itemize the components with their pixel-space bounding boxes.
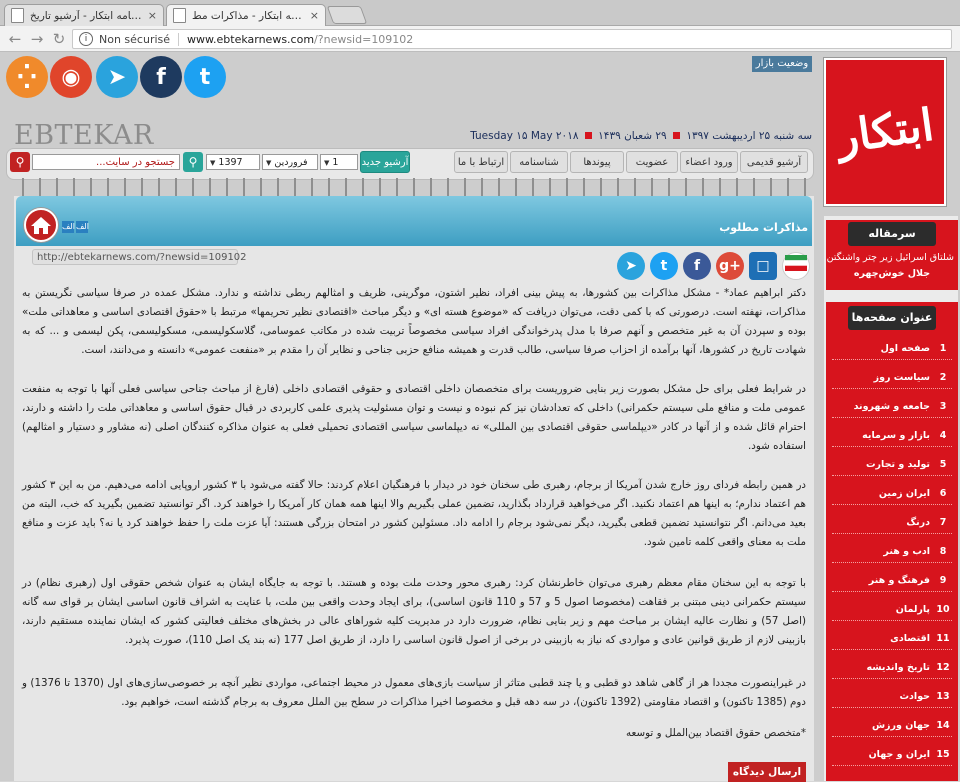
url-field[interactable]: i Non sécurisé www.ebtekarnews.com/?news… xyxy=(72,29,952,49)
tab-title: روزنامه ابتکار - مذاکرات مط xyxy=(192,9,304,22)
dropdown-arrow-icon: ▼ xyxy=(266,159,272,167)
sidebar-page-item[interactable]: 6 ایران زمین xyxy=(832,483,952,505)
menu-register[interactable]: عضویت xyxy=(626,151,678,173)
home-icon[interactable] xyxy=(24,208,58,242)
article-paragraph: دکتر ابراهیم عماد* - مشکل مذاکرات بین کش… xyxy=(22,287,806,356)
instagram-icon[interactable]: ◉ xyxy=(50,56,92,98)
day-select[interactable]: ▼ 1 xyxy=(320,154,358,170)
article-title: مذاکرات مطلوب xyxy=(719,221,808,234)
telegram-icon[interactable]: ➤ xyxy=(96,56,138,98)
iran-flag-icon[interactable] xyxy=(782,252,810,280)
twitter-icon[interactable]: t xyxy=(184,56,226,98)
close-tab-icon[interactable]: × xyxy=(310,9,319,22)
sidebar-page-item[interactable]: 11 اقتصادی xyxy=(832,628,952,650)
article-paragraph: در غیراینصورت مجددا هر از گاهی شاهد دو ق… xyxy=(22,677,806,708)
site-search-icon[interactable]: ⚲ xyxy=(10,152,30,172)
menu-contact[interactable]: ارتباط با ما xyxy=(454,151,508,173)
market-status-button[interactable]: وضعیت بازار xyxy=(752,56,812,72)
save-icon[interactable]: □ xyxy=(749,252,777,280)
sidebar-page-item[interactable]: 15 ایران و جهان xyxy=(832,744,952,766)
sidebar-page-item[interactable]: 14 جهان ورزش xyxy=(832,715,952,737)
date-separator-icon xyxy=(672,132,680,139)
month-select[interactable]: ▼ فروردین xyxy=(262,154,318,170)
date-line: سه شنبه ۲۵ اردیبهشت ۱۳۹۷ ۲۹ شعبان ۱۴۳۹ T… xyxy=(470,130,812,146)
url-text: www.ebtekarnews.com/?newsid=109102 xyxy=(187,32,414,46)
article-footnote: *متخصص حقوق اقتصاد بین‌الملل و توسعه xyxy=(626,727,806,739)
menu-links[interactable]: پیوندها xyxy=(570,151,624,173)
browser-tab-bar: روزنامه ابتکار - آرشیو تاریخ × روزنامه ا… xyxy=(0,0,960,26)
facebook-share-icon[interactable]: f xyxy=(683,252,711,280)
telegram-share-icon[interactable]: ➤ xyxy=(617,252,645,280)
sidebar-page-item[interactable]: 10 پارلمان xyxy=(832,599,952,621)
sidebar-page-item[interactable]: 7 درنگ xyxy=(832,512,952,534)
menu-old-archive[interactable]: آرشیو قدیمی xyxy=(740,151,808,173)
pages-heading: عنوان صفحه‌ها xyxy=(848,306,936,330)
font-size-decrease-button[interactable]: الف xyxy=(62,221,75,233)
twitter-share-icon[interactable]: t xyxy=(650,252,678,280)
archive-search-icon[interactable]: ⚲ xyxy=(183,152,203,172)
article-paragraph: در شرایط فعلی برای حل مشکل بصورت زیر بنا… xyxy=(22,383,806,452)
info-icon[interactable]: i xyxy=(79,32,93,46)
editorial-heading: سرمقاله xyxy=(848,222,936,246)
browser-tab-archive[interactable]: روزنامه ابتکار - آرشیو تاریخ × xyxy=(4,4,164,26)
close-tab-icon[interactable]: × xyxy=(148,9,157,22)
dropdown-arrow-icon: ▼ xyxy=(324,159,330,167)
article-paragraph: با توجه به این سخنان مقام معظم رهبری می‌… xyxy=(22,577,806,646)
site-search-input[interactable]: جستجو در سایت... xyxy=(32,154,180,170)
browser-tab-article[interactable]: روزنامه ابتکار - مذاکرات مط × xyxy=(166,4,326,26)
sidebar-page-item[interactable]: 2 سیاست روز xyxy=(832,367,952,389)
editorial-author: جلال خوش‌چهره xyxy=(853,268,931,279)
send-comment-button[interactable]: ارسال دیدگاه xyxy=(728,762,806,782)
spiral-binding-decoration xyxy=(14,178,814,198)
date-separator-icon xyxy=(584,132,592,139)
date-persian: سه شنبه ۲۵ اردیبهشت ۱۳۹۷ xyxy=(686,130,812,142)
menu-about[interactable]: شناسنامه xyxy=(510,151,568,173)
ebtekar-logo[interactable]: ابتکار xyxy=(824,58,946,206)
new-tab-button[interactable] xyxy=(326,6,368,24)
forward-arrow-icon[interactable]: → xyxy=(28,30,46,48)
sidebar-page-item[interactable]: 3 جامعه و شهروند xyxy=(832,396,952,418)
facebook-icon[interactable]: f xyxy=(140,56,182,98)
sidebar-page-item[interactable]: 8 ادب و هنر xyxy=(832,541,952,563)
tab-title: روزنامه ابتکار - آرشیو تاریخ xyxy=(30,9,142,22)
date-hijri: ۲۹ شعبان ۱۴۳۹ xyxy=(598,130,667,142)
sidebar-page-item[interactable]: 13 حوادث xyxy=(832,686,952,708)
date-gregorian: Tuesday ۱۵ May ۲۰۱۸ xyxy=(470,130,579,142)
dropdown-arrow-icon: ▼ xyxy=(210,159,216,167)
sidebar-page-item[interactable]: 9 فرهنگ و هنر xyxy=(832,570,952,592)
back-arrow-icon[interactable]: ← xyxy=(6,30,24,48)
article-paragraph: در همین رابطه فردای روز خارج شدن آمریکا … xyxy=(22,479,807,548)
page-favicon-icon xyxy=(11,8,24,23)
rss-icon[interactable]: ⁛ xyxy=(6,56,48,98)
page-favicon-icon xyxy=(173,8,186,23)
sidebar-page-item[interactable]: 1 صفحه اول xyxy=(832,338,952,360)
sidebar-page-item[interactable]: 5 تولید و تجارت xyxy=(832,454,952,476)
editorial-title-link[interactable]: شلتاق اسرائیل زیر چتر واشنگتن xyxy=(827,252,954,266)
short-url-box[interactable]: http://ebtekarnews.com/?newsid=109102 xyxy=(32,249,247,265)
reload-icon[interactable]: ↻ xyxy=(50,30,68,48)
sidebar-page-item[interactable]: 4 بازار و سرمایه xyxy=(832,425,952,447)
google-plus-icon[interactable]: g+ xyxy=(716,252,744,280)
new-archive-button[interactable]: آرشیو جدید xyxy=(360,151,410,173)
year-select[interactable]: ▼ 1397 xyxy=(206,154,260,170)
menu-login[interactable]: ورود اعضاء xyxy=(680,151,738,173)
address-bar: ← → ↻ i Non sécurisé www.ebtekarnews.com… xyxy=(0,26,960,52)
security-label: Non sécurisé xyxy=(99,32,180,46)
font-size-increase-button[interactable]: الف xyxy=(76,221,89,233)
sidebar-page-item[interactable]: 12 تاریخ واندیشه xyxy=(832,657,952,679)
